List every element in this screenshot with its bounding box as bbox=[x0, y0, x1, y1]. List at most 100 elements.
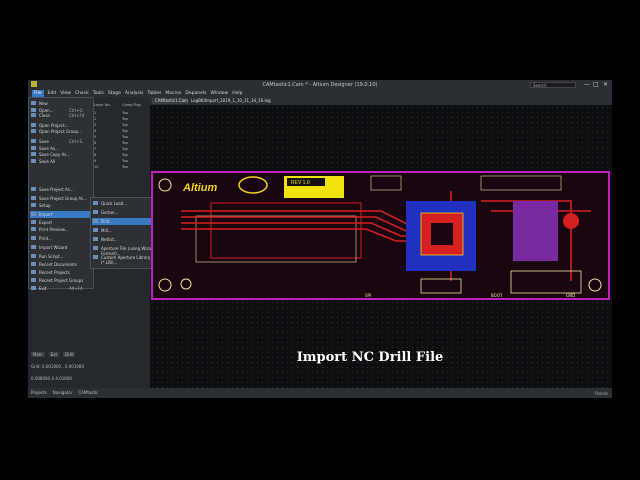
table-row[interactable]: 5 Top bbox=[94, 135, 150, 140]
document-tabs: CAMtastic1.Cam * LogBK/Import_2019_1_10_… bbox=[150, 97, 612, 105]
table-cell: 7 bbox=[94, 147, 97, 151]
table-cell: 6 bbox=[94, 141, 97, 145]
left-panel-bottom: Main Ext Drill Grid: 0.001000 , 0.001000 0… bbox=[28, 348, 150, 398]
table-row[interactable]: 7 Top bbox=[94, 147, 150, 152]
search-input[interactable]: Search bbox=[530, 82, 576, 88]
file-menu-item-import[interactable]: Import bbox=[39, 212, 52, 217]
file-menu-item-recent-projects[interactable]: Recent Projects bbox=[39, 270, 70, 275]
layer-set-button[interactable]: Main bbox=[31, 352, 45, 357]
import-item-gerber[interactable]: Gerber... bbox=[101, 210, 118, 215]
file-menu-item-import-wizard[interactable]: Import Wizard bbox=[39, 245, 67, 250]
table-cell: Top bbox=[122, 153, 128, 157]
menu-tools[interactable]: Tools bbox=[93, 90, 104, 97]
table-row[interactable]: 4 Top bbox=[94, 129, 150, 134]
file-menu-item-export[interactable]: Export bbox=[39, 220, 52, 225]
table-row[interactable]: 9 Top bbox=[94, 159, 150, 164]
file-menu-item-print-preview[interactable]: Print Preview... bbox=[39, 227, 69, 232]
file-menu-item-exit[interactable]: Exit bbox=[39, 286, 47, 291]
menu-macros[interactable]: Macros bbox=[165, 90, 181, 97]
menu-item-icon bbox=[31, 269, 36, 274]
menu-item-icon bbox=[31, 152, 36, 157]
table-row[interactable]: 6 Top bbox=[94, 141, 150, 146]
file-menu-item-save[interactable]: Save bbox=[39, 139, 49, 144]
submenu-item-icon bbox=[93, 255, 98, 259]
column-header: Comp Flag bbox=[122, 103, 141, 107]
close-button[interactable]: ✕ bbox=[603, 81, 608, 88]
menu-stage[interactable]: Stage bbox=[108, 90, 121, 97]
mcu-center-pad bbox=[431, 223, 453, 245]
menu-analysis[interactable]: Analysis bbox=[125, 90, 144, 97]
table-row[interactable]: 2 Top bbox=[94, 117, 150, 122]
menu-tables[interactable]: Tables bbox=[147, 90, 161, 97]
status-bar: Panels bbox=[150, 388, 612, 398]
file-menu-item-close[interactable]: Close bbox=[39, 113, 50, 118]
file-menu-item-recent-project-groups[interactable]: Recent Project Groups bbox=[39, 278, 83, 283]
layer-set-button[interactable]: Drill bbox=[63, 352, 76, 357]
menu-item-icon bbox=[31, 158, 36, 163]
table-row[interactable]: 3 Top bbox=[94, 123, 150, 128]
video-caption: Import NC Drill File bbox=[296, 350, 444, 365]
table-row[interactable]: 8 Top bbox=[94, 153, 150, 158]
menu-item-icon bbox=[31, 253, 36, 258]
file-menu-item-open-project[interactable]: Open Project... bbox=[39, 123, 68, 128]
column-header: Layer No. bbox=[94, 103, 111, 107]
file-menu-item-open-project-group[interactable]: Open Project Group... bbox=[39, 129, 82, 134]
menu-item-icon bbox=[31, 227, 36, 232]
file-menu-item-print[interactable]: Print... bbox=[39, 236, 52, 241]
import-item-quick-load[interactable]: Quick Load... bbox=[101, 201, 127, 206]
panel-tab-navigator[interactable]: Navigator bbox=[53, 390, 73, 395]
table-cell: Top bbox=[122, 135, 128, 139]
file-menu-item-new[interactable]: New bbox=[39, 101, 48, 106]
table-cell: 3 bbox=[94, 123, 97, 127]
table-cell: 1 bbox=[94, 111, 97, 115]
panels-button[interactable]: Panels bbox=[595, 391, 608, 396]
file-menu-item-save-copy-as[interactable]: Save Copy As... bbox=[39, 152, 70, 157]
file-menu-item-save-project-as[interactable]: Save Project As... bbox=[39, 187, 74, 192]
layer-set-button[interactable]: Ext bbox=[48, 352, 60, 357]
board-label-gnd: GND bbox=[566, 293, 575, 298]
import-item-mill[interactable]: Mill... bbox=[101, 228, 112, 233]
menu-item-icon bbox=[31, 113, 36, 118]
menu-help[interactable]: Help bbox=[232, 90, 242, 97]
file-menu-item-save-project-group-as[interactable]: Save Project Group As... bbox=[39, 196, 87, 201]
menu-item-icon bbox=[31, 100, 36, 105]
board-label-boot: BOOT bbox=[491, 293, 503, 298]
grid-readout: Grid: 0.001000 , 0.001000 bbox=[31, 364, 84, 369]
shortcut-label: Ctrl+S bbox=[69, 138, 83, 144]
menu-item-icon bbox=[31, 262, 36, 267]
import-item-drill[interactable]: Drill... bbox=[101, 219, 113, 224]
menu-check[interactable]: Check bbox=[75, 90, 89, 97]
rev-label: REV 1.0 bbox=[291, 180, 310, 186]
menu-depanels[interactable]: Depanels bbox=[185, 90, 206, 97]
file-menu-item-save-as[interactable]: Save As... bbox=[39, 146, 59, 151]
file-menu-item-save-all[interactable]: Save All bbox=[39, 159, 55, 164]
file-menu-item-recent-documents[interactable]: Recent Documents bbox=[39, 262, 77, 267]
file-menu-item-setup[interactable]: Setup bbox=[39, 203, 51, 208]
menu-item-icon bbox=[31, 145, 36, 150]
table-cell: 10 bbox=[94, 165, 99, 169]
menu-window[interactable]: Window bbox=[210, 90, 228, 97]
maximize-button[interactable]: □ bbox=[593, 81, 599, 88]
minimize-button[interactable]: — bbox=[584, 81, 590, 88]
file-menu-item-open[interactable]: Open... bbox=[39, 108, 54, 113]
title-bar: CAMtastic1.Cam * - Altium Designer (19.0… bbox=[28, 80, 612, 90]
table-cell: Top bbox=[122, 165, 128, 169]
menu-item-icon bbox=[31, 195, 36, 200]
table-row[interactable]: 10 Top bbox=[94, 165, 150, 170]
panel-tab-projects[interactable]: Projects bbox=[31, 390, 47, 395]
menu-item-icon bbox=[31, 277, 36, 282]
table-cell: Top bbox=[122, 111, 128, 115]
menu-item-icon bbox=[31, 187, 36, 192]
table-row[interactable]: 1 Top bbox=[94, 111, 150, 116]
menu-edit[interactable]: Edit bbox=[48, 90, 57, 97]
file-menu-item-run-script[interactable]: Run Script... bbox=[39, 254, 63, 259]
table-cell: 8 bbox=[94, 153, 97, 157]
panel-tab-camtastic[interactable]: CAMtastic bbox=[78, 390, 98, 395]
import-item-netlist[interactable]: Netlist... bbox=[101, 237, 118, 242]
submenu-item-icon bbox=[93, 246, 98, 250]
tab-log-file[interactable]: LogBK/Import_2019_1_10_11_34_16.log bbox=[188, 98, 274, 104]
menu-view[interactable]: View bbox=[60, 90, 71, 97]
altium-logo: Altium bbox=[182, 182, 217, 194]
file-menu: New Open... Ctrl+O Close Ctrl+F4 Open Project… bbox=[28, 97, 94, 291]
menu-file[interactable]: File bbox=[32, 90, 44, 97]
